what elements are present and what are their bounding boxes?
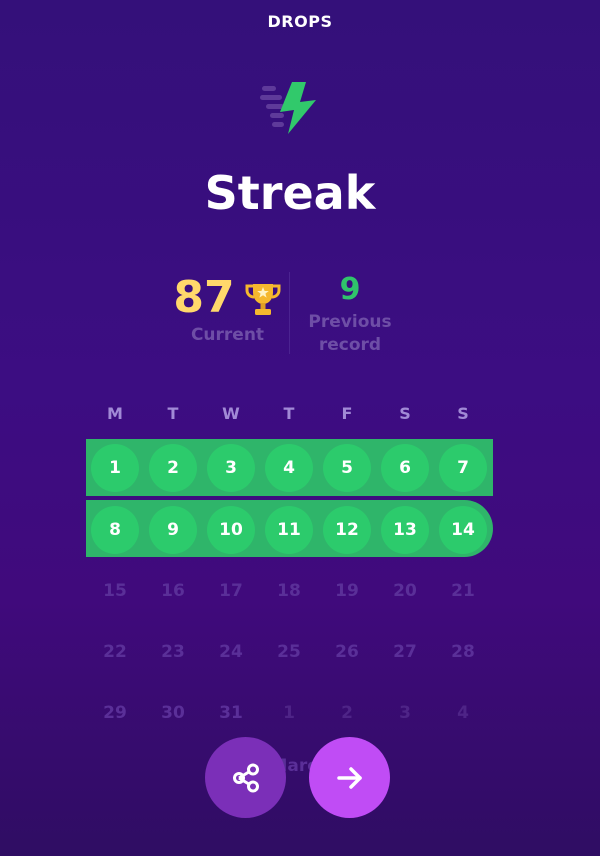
calendar-day: 21 bbox=[451, 581, 475, 601]
page-title: Streak bbox=[204, 166, 376, 220]
calendar-day: 28 bbox=[451, 642, 475, 662]
calendar-day: 24 bbox=[219, 642, 243, 662]
calendar-day: 18 bbox=[277, 581, 301, 601]
lightning-bolt-icon bbox=[260, 82, 316, 134]
calendar-day: 29 bbox=[103, 703, 127, 723]
calendar-day-next-month: 1 bbox=[283, 703, 295, 723]
calendar-day: 15 bbox=[103, 581, 127, 601]
calendar-day-streak: 13 bbox=[381, 506, 429, 554]
calendar-day-streak: 3 bbox=[207, 444, 255, 492]
current-streak: 87 Current bbox=[170, 272, 285, 345]
share-button[interactable] bbox=[205, 737, 286, 818]
calendar-day: 20 bbox=[393, 581, 417, 601]
previous-record-value: 9 bbox=[339, 272, 361, 307]
month-label: March bbox=[270, 756, 330, 776]
previous-record-label-line1: Previous bbox=[308, 312, 392, 332]
calendar-day: 17 bbox=[219, 581, 243, 601]
stats-divider bbox=[289, 272, 290, 354]
weekday-label: T bbox=[283, 404, 295, 423]
app-brand: DROPS bbox=[267, 12, 333, 31]
current-streak-label: Current bbox=[190, 325, 265, 345]
calendar-day-streak: 12 bbox=[323, 506, 371, 554]
previous-record-label-line2: record bbox=[318, 335, 382, 355]
calendar-day-streak: 4 bbox=[265, 444, 313, 492]
current-streak-value: 87 bbox=[173, 272, 235, 323]
weekday-label: T bbox=[167, 404, 179, 423]
calendar-day-streak: 9 bbox=[149, 506, 197, 554]
calendar-day-next-month: 3 bbox=[399, 703, 411, 723]
calendar-day-streak: 5 bbox=[323, 444, 371, 492]
calendar-day-streak: 2 bbox=[149, 444, 197, 492]
calendar-day: 25 bbox=[277, 642, 301, 662]
calendar-day: 22 bbox=[103, 642, 127, 662]
calendar-day-streak: 1 bbox=[91, 444, 139, 492]
calendar-day-streak: 11 bbox=[265, 506, 313, 554]
calendar-day: 31 bbox=[219, 703, 243, 723]
share-icon bbox=[232, 763, 259, 792]
calendar-day: 19 bbox=[335, 581, 359, 601]
calendar-day: 16 bbox=[161, 581, 185, 601]
calendar-day-next-month: 4 bbox=[457, 703, 469, 723]
next-button[interactable] bbox=[309, 737, 390, 818]
calendar-day-streak: 7 bbox=[439, 444, 487, 492]
previous-record: 9 Previous record bbox=[300, 272, 400, 357]
calendar-day: 23 bbox=[161, 642, 185, 662]
weekday-label: M bbox=[107, 404, 123, 423]
calendar-day: 26 bbox=[335, 642, 359, 662]
weekday-label: F bbox=[341, 404, 353, 423]
calendar-day-streak: 10 bbox=[207, 506, 255, 554]
calendar-day-streak: 6 bbox=[381, 444, 429, 492]
calendar-day: 30 bbox=[161, 703, 185, 723]
trophy-icon bbox=[245, 283, 281, 315]
weekday-label: W bbox=[222, 404, 240, 423]
calendar-day-streak: 14 bbox=[439, 506, 487, 554]
calendar-day: 27 bbox=[393, 642, 417, 662]
weekday-label: S bbox=[399, 404, 411, 423]
calendar-day-streak: 8 bbox=[91, 506, 139, 554]
arrow-right-icon bbox=[336, 766, 362, 789]
calendar-day-next-month: 2 bbox=[341, 703, 353, 723]
weekday-label: S bbox=[457, 404, 469, 423]
previous-record-label: Previous record bbox=[300, 311, 400, 357]
